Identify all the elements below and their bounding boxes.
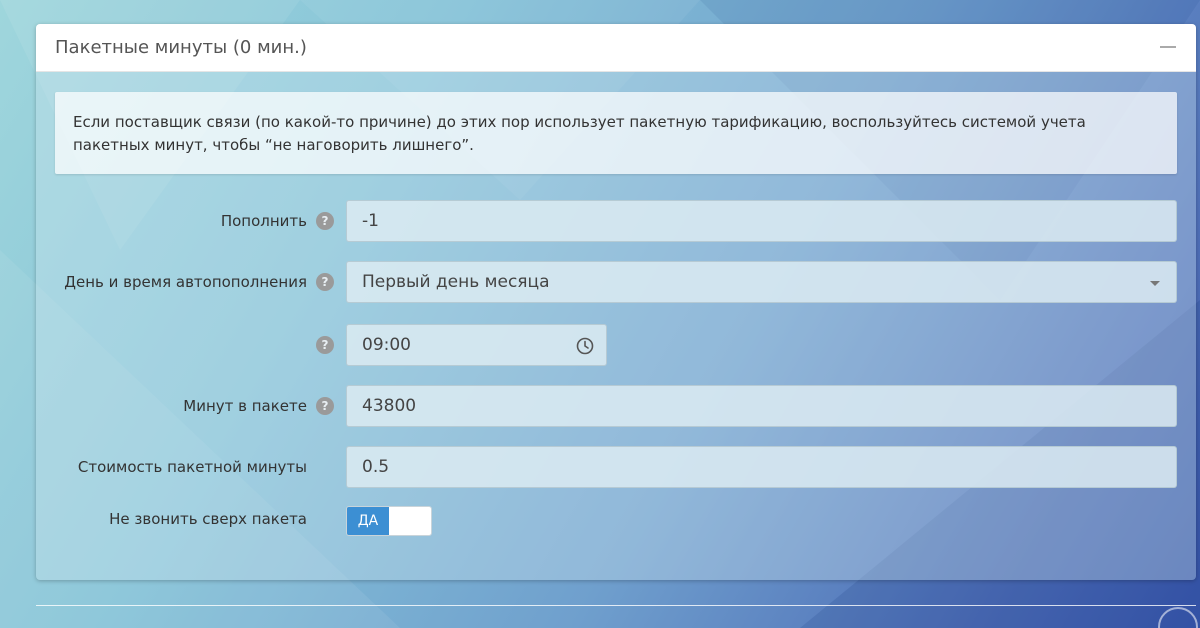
chevron-down-icon [1150, 281, 1160, 286]
divider [36, 605, 1196, 606]
question-circle-icon[interactable]: ? [316, 336, 334, 354]
minus-icon[interactable] [1160, 46, 1176, 48]
panel-header: Пакетные минуты (0 мин.) [36, 24, 1196, 72]
replenish-value: -1 [362, 211, 379, 231]
minute-cost-label: Стоимость пакетной минуты [77, 458, 307, 476]
minute-cost-row: Стоимость пакетной минуты 0.5 [36, 446, 1196, 488]
replenish-row: Пополнить ? -1 [36, 200, 1196, 242]
toggle-on-label: ДА [347, 507, 389, 535]
minutes-in-package-row: Минут в пакете ? 43800 [36, 385, 1196, 427]
clock-icon[interactable] [575, 336, 595, 356]
no-call-over-label: Не звонить сверх пакета [109, 510, 307, 528]
auto-replenish-select[interactable]: Первый день месяца [346, 261, 1177, 303]
auto-replenish-row: День и время автопополнения ? Первый ден… [36, 261, 1196, 303]
replenish-input[interactable]: -1 [346, 200, 1177, 242]
toggle-handle[interactable] [389, 507, 431, 535]
time-value: 09:00 [362, 335, 411, 355]
question-circle-icon[interactable]: ? [316, 212, 334, 230]
question-circle-icon[interactable]: ? [316, 273, 334, 291]
minute-cost-input[interactable]: 0.5 [346, 446, 1177, 488]
time-row: ? 09:00 [36, 324, 1196, 366]
info-text: Если поставщик связи (по какой-то причин… [73, 113, 1086, 154]
no-call-over-toggle[interactable]: ДА [346, 506, 432, 536]
no-call-over-row: Не звонить сверх пакета ДА [36, 498, 1196, 540]
minutes-in-package-label: Минут в пакете [183, 397, 307, 415]
package-minutes-panel: Пакетные минуты (0 мин.) Если поставщик … [36, 24, 1196, 580]
panel-title: Пакетные минуты (0 мин.) [55, 37, 307, 58]
question-circle-icon[interactable]: ? [316, 397, 334, 415]
auto-replenish-value: Первый день месяца [362, 272, 550, 292]
replenish-label: Пополнить [220, 212, 307, 230]
minutes-in-package-input[interactable]: 43800 [346, 385, 1177, 427]
arrow-up-circle-icon[interactable] [1158, 607, 1198, 628]
minutes-in-package-value: 43800 [362, 396, 417, 416]
auto-replenish-label: День и время автопополнения [64, 273, 307, 291]
time-input[interactable]: 09:00 [346, 324, 607, 366]
minute-cost-value: 0.5 [362, 457, 390, 477]
info-alert: Если поставщик связи (по какой-то причин… [55, 92, 1177, 174]
